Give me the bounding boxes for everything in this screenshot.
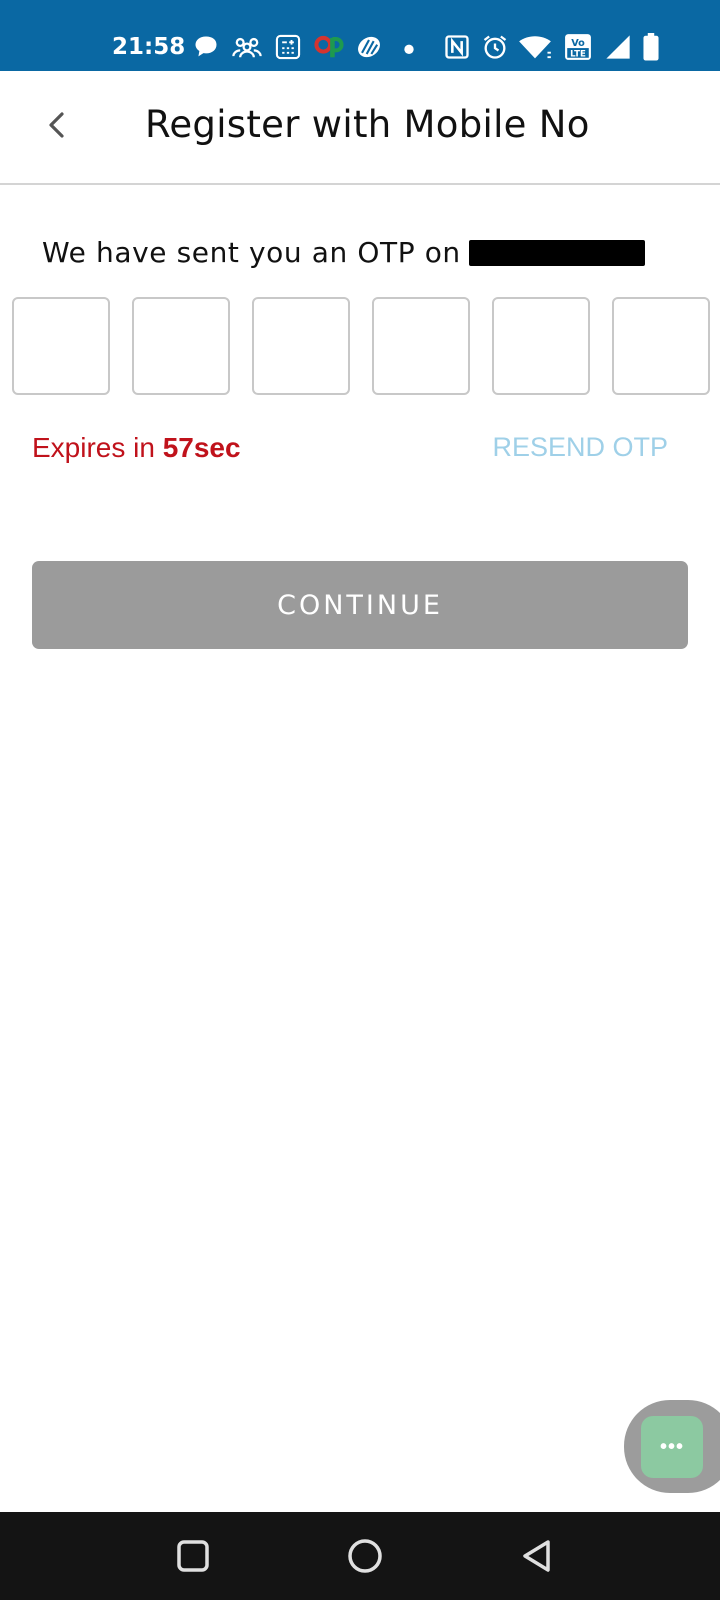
- page-title: Register with Mobile No: [145, 103, 590, 146]
- app-header: Register with Mobile No: [0, 71, 720, 185]
- otp-digit-1[interactable]: [12, 297, 110, 395]
- svg-text:Vo: Vo: [571, 38, 585, 49]
- otp-digit-2[interactable]: [132, 297, 230, 395]
- chat-bubble-icon: [192, 33, 220, 61]
- wifi-icon: [518, 33, 552, 61]
- otp-message: We have sent you an OTP on: [42, 236, 645, 269]
- nfc-icon: [443, 33, 471, 61]
- expires-seconds: 57sec: [162, 432, 241, 463]
- calculator-icon: [274, 33, 302, 61]
- paytm-icon: [313, 33, 345, 61]
- back-button[interactable]: [36, 105, 76, 145]
- otp-digit-4[interactable]: [372, 297, 470, 395]
- chat-widget-button[interactable]: •••: [641, 1416, 703, 1478]
- otp-digit-5[interactable]: [492, 297, 590, 395]
- signal-icon: [604, 33, 632, 61]
- status-time: 21:58: [112, 34, 186, 60]
- dot-icon: [402, 33, 416, 61]
- back-triangle-icon: [523, 1540, 550, 1572]
- volte-icon: Vo LTE: [563, 33, 593, 61]
- recents-square-icon: [177, 1540, 209, 1572]
- continue-button[interactable]: CONTINUE: [32, 561, 688, 649]
- alarm-icon: [481, 33, 509, 61]
- status-bar: 21:58 Vo LTE: [0, 0, 720, 71]
- resend-otp-link[interactable]: RESEND OTP: [492, 432, 668, 463]
- expires-prefix: Expires in: [32, 432, 163, 463]
- system-nav-bar: [0, 1512, 720, 1600]
- home-button[interactable]: [343, 1534, 387, 1578]
- redacted-phone-number: [468, 240, 645, 266]
- home-circle-icon: [348, 1539, 382, 1573]
- battery-icon: [641, 33, 661, 61]
- otp-expiry-timer: Expires in 57sec: [32, 432, 241, 464]
- recents-button[interactable]: [171, 1534, 215, 1578]
- people-icon: [230, 33, 264, 61]
- chevron-left-icon: [49, 112, 64, 138]
- volte-label: LTE: [570, 50, 586, 60]
- otp-digit-6[interactable]: [612, 297, 710, 395]
- app-icon: [355, 33, 383, 61]
- more-dots-icon: •••: [659, 1435, 684, 1458]
- nav-back-button[interactable]: [515, 1534, 559, 1578]
- otp-digit-3[interactable]: [252, 297, 350, 395]
- otp-message-text: We have sent you an OTP on: [42, 236, 461, 269]
